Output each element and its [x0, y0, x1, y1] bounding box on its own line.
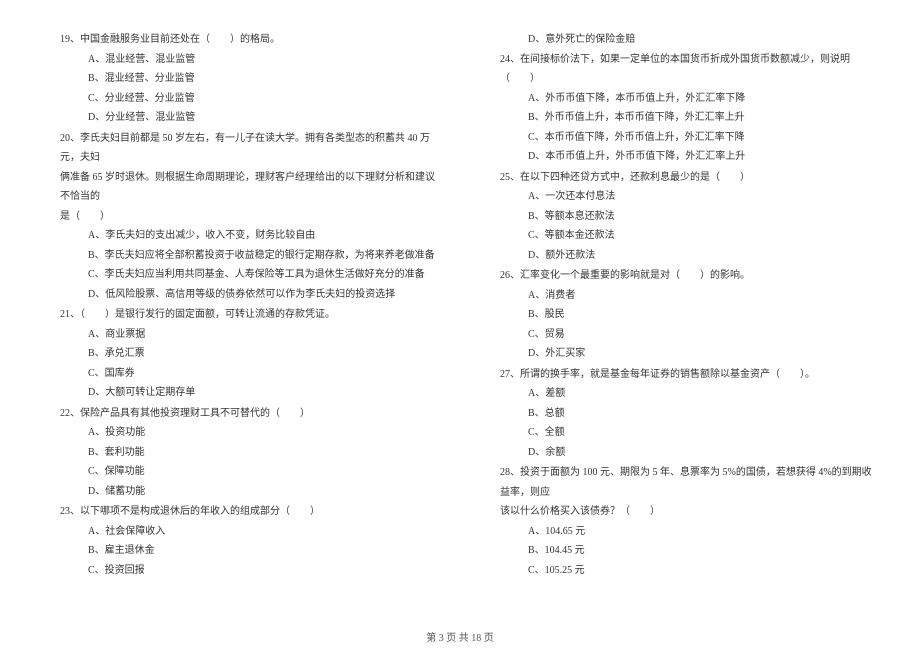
- question-text: 21、（ ）是银行发行的固定面额，可转让流通的存款凭证。: [60, 305, 440, 325]
- question-25: 25、在以下四种还贷方式中，还款利息最少的是（ ） A、一次还本付息法 B、等额…: [500, 168, 880, 266]
- option-b: B、股民: [500, 305, 880, 325]
- question-text: 28、投资于面额为 100 元、期限为 5 年、息票率为 5%的国债，若想获得 …: [500, 463, 880, 502]
- option-c: C、投资回报: [60, 561, 440, 581]
- option-d: D、分业经营、混业监管: [60, 108, 440, 128]
- left-column: 19、中国金融服务业目前还处在（ ）的格局。 A、混业经营、混业监管 B、混业经…: [60, 30, 440, 581]
- option-b: B、混业经营、分业监管: [60, 69, 440, 89]
- option-d: D、余额: [500, 443, 880, 463]
- option-b: B、总额: [500, 404, 880, 424]
- option-b: B、李氏夫妇应将全部积蓄投资于收益稳定的银行定期存款，为将来养老做准备: [60, 246, 440, 266]
- option-c: C、贸易: [500, 325, 880, 345]
- option-a: A、社会保障收入: [60, 522, 440, 542]
- option-d: D、额外还款法: [500, 246, 880, 266]
- option-d: D、储蓄功能: [60, 482, 440, 502]
- option-d: D、低风险股票、高信用等级的债券依然可以作为李氏夫妇的投资选择: [60, 285, 440, 305]
- question-text: 23、以下哪项不是构成退休后的年收入的组成部分（ ）: [60, 502, 440, 522]
- option-c: C、分业经营、分业监管: [60, 89, 440, 109]
- option-d: D、外汇买家: [500, 344, 880, 364]
- option-a: A、一次还本付息法: [500, 187, 880, 207]
- option-b: B、套利功能: [60, 443, 440, 463]
- question-22: 22、保险产品具有其他投资理财工具不可替代的（ ） A、投资功能 B、套利功能 …: [60, 404, 440, 502]
- question-26: 26、汇率变化一个最重要的影响就是对（ ）的影响。 A、消费者 B、股民 C、贸…: [500, 266, 880, 364]
- question-text: 24、在间接标价法下，如果一定单位的本国货币折成外国货币数额减少，则说明（ ）: [500, 50, 880, 89]
- question-text: 20、李氏夫妇目前都是 50 岁左右，有一儿子在读大学。拥有各类型态的积蓄共 4…: [60, 129, 440, 168]
- question-text: 26、汇率变化一个最重要的影响就是对（ ）的影响。: [500, 266, 880, 286]
- question-text: 22、保险产品具有其他投资理财工具不可替代的（ ）: [60, 404, 440, 424]
- question-text: 27、所谓的换手率，就是基金每年证券的销售额除以基金资产（ ）。: [500, 365, 880, 385]
- option-d: D、大额可转让定期存单: [60, 383, 440, 403]
- option-c: C、保障功能: [60, 462, 440, 482]
- option-a: A、消费者: [500, 286, 880, 306]
- question-text: 19、中国金融服务业目前还处在（ ）的格局。: [60, 30, 440, 50]
- question-20: 20、李氏夫妇目前都是 50 岁左右，有一儿子在读大学。拥有各类型态的积蓄共 4…: [60, 129, 440, 305]
- option-a: A、外币币值下降，本币币值上升，外汇汇率下降: [500, 89, 880, 109]
- question-28: 28、投资于面额为 100 元、期限为 5 年、息票率为 5%的国债，若想获得 …: [500, 463, 880, 580]
- option-c: C、国库券: [60, 364, 440, 384]
- option-a: A、商业票据: [60, 325, 440, 345]
- right-column: D、意外死亡的保险金赔 24、在间接标价法下，如果一定单位的本国货币折成外国货币…: [500, 30, 880, 581]
- option-c: C、105.25 元: [500, 561, 880, 581]
- option-b: B、外币币值上升，本币币值下降，外汇汇率上升: [500, 108, 880, 128]
- option-a: A、104.65 元: [500, 522, 880, 542]
- option-b: B、雇主退休金: [60, 541, 440, 561]
- option-d: D、本币币值上升，外币币值下降，外汇汇率上升: [500, 147, 880, 167]
- question-text-cont: 是（ ）: [60, 207, 440, 227]
- option-a: A、投资功能: [60, 423, 440, 443]
- option-a: A、李氏夫妇的支出减少，收入不变，财务比较自由: [60, 226, 440, 246]
- option-a: A、差额: [500, 384, 880, 404]
- option-b: B、等额本息还款法: [500, 207, 880, 227]
- option-c: C、全额: [500, 423, 880, 443]
- option-c: C、本币币值下降，外币币值上升，外汇汇率下降: [500, 128, 880, 148]
- option-a: A、混业经营、混业监管: [60, 50, 440, 70]
- page-footer: 第 3 页 共 18 页: [0, 629, 920, 644]
- question-21: 21、（ ）是银行发行的固定面额，可转让流通的存款凭证。 A、商业票据 B、承兑…: [60, 305, 440, 403]
- option-d: D、意外死亡的保险金赔: [500, 30, 880, 50]
- question-23: 23、以下哪项不是构成退休后的年收入的组成部分（ ） A、社会保障收入 B、雇主…: [60, 502, 440, 580]
- option-c: C、李氏夫妇应当利用共同基金、人寿保险等工具为退休生活做好充分的准备: [60, 265, 440, 285]
- option-b: B、承兑汇票: [60, 344, 440, 364]
- question-24: 24、在间接标价法下，如果一定单位的本国货币折成外国货币数额减少，则说明（ ） …: [500, 50, 880, 167]
- question-text-cont: 该以什么价格买入该债券？（ ）: [500, 502, 880, 522]
- question-text: 25、在以下四种还贷方式中，还款利息最少的是（ ）: [500, 168, 880, 188]
- question-19: 19、中国金融服务业目前还处在（ ）的格局。 A、混业经营、混业监管 B、混业经…: [60, 30, 440, 128]
- option-c: C、等额本金还款法: [500, 226, 880, 246]
- question-27: 27、所谓的换手率，就是基金每年证券的销售额除以基金资产（ ）。 A、差额 B、…: [500, 365, 880, 463]
- question-text-cont: 俩准备 65 岁时退休。则根据生命周期理论，理财客户经理给出的以下理财分析和建议…: [60, 168, 440, 207]
- option-b: B、104.45 元: [500, 541, 880, 561]
